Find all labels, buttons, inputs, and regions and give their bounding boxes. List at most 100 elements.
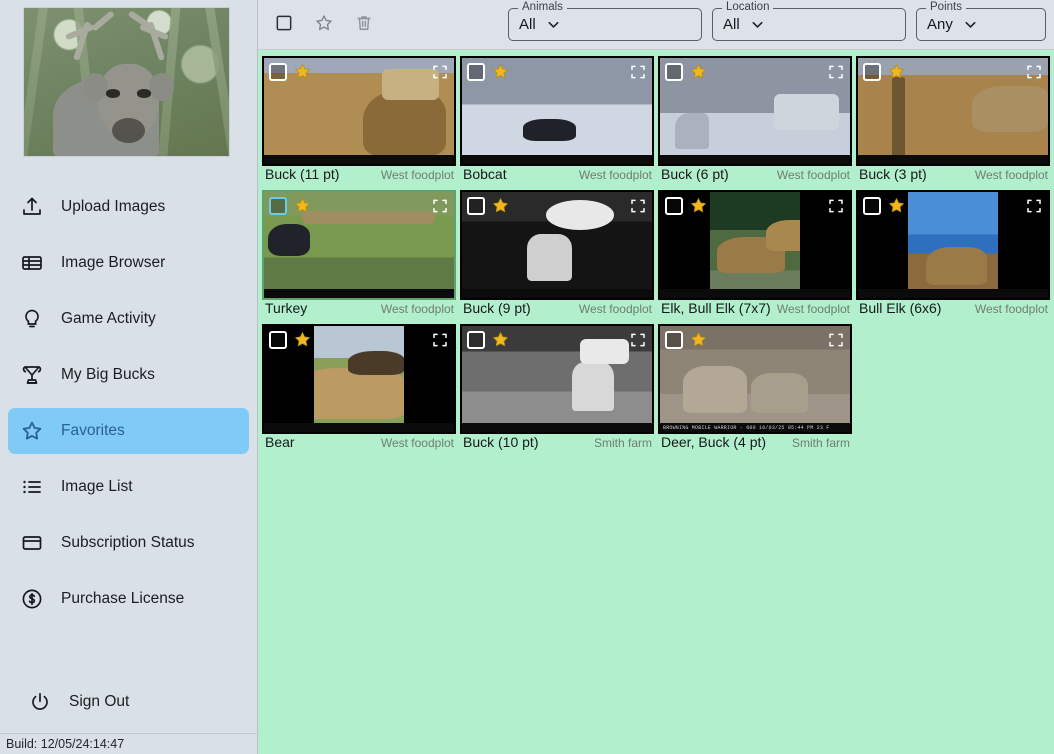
card-select-checkbox[interactable] [863,63,881,81]
gallery-card[interactable]: BROWNING MOBILE WARRIOR - 600 10/03/25 0… [658,324,852,453]
card-select-checkbox[interactable] [269,331,287,349]
card-favorite-star-icon[interactable] [689,196,708,215]
card-expand-icon[interactable] [629,331,647,349]
gallery-card[interactable]: Bobcat West foodplot [460,56,654,185]
card-location: Smith farm [791,436,850,450]
card-favorite-star-icon[interactable] [293,62,312,81]
card-thumbnail[interactable] [658,56,852,166]
card-location: West foodplot [380,436,454,450]
card-thumbnail[interactable] [856,190,1050,300]
card-favorite-star-icon[interactable] [887,62,906,81]
gallery-card[interactable]: Bear West foodplot [262,324,456,453]
sidebar-nav: Upload Images Image Browser Game Activit… [0,170,257,679]
card-select-checkbox[interactable] [863,197,881,215]
app-window: Upload Images Image Browser Game Activit… [0,0,1054,754]
card-caption: Buck (11 pt) West foodplot [262,166,456,185]
sidebar-item-image-browser[interactable]: Image Browser [8,240,249,286]
card-select-checkbox[interactable] [467,331,485,349]
card-expand-icon[interactable] [827,63,845,81]
favorite-selected-button[interactable] [312,13,336,37]
card-location: West foodplot [380,302,454,316]
photo-timestamp-strip [264,423,454,432]
sidebar-item-upload-images[interactable]: Upload Images [8,184,249,230]
card-thumbnail[interactable] [460,190,654,300]
card-favorite-star-icon[interactable] [293,330,312,349]
card-expand-icon[interactable] [431,331,449,349]
dollar-circle-icon [20,587,44,611]
card-caption: Buck (3 pt) West foodplot [856,166,1050,185]
card-expand-icon[interactable] [431,63,449,81]
gallery-card[interactable]: Turkey West foodplot [262,190,456,319]
card-expand-icon[interactable] [629,197,647,215]
card-favorite-star-icon[interactable] [491,62,510,81]
card-thumbnail[interactable] [460,324,654,434]
points-filter[interactable]: Points Any [916,1,1046,41]
sidebar-item-purchase-license[interactable]: Purchase License [8,576,249,622]
sidebar-item-image-list[interactable]: Image List [8,464,249,510]
sidebar-item-label: Upload Images [61,198,166,215]
card-caption: Bobcat West foodplot [460,166,654,185]
card-thumbnail[interactable] [856,56,1050,166]
points-filter-legend: Points [926,1,966,13]
photo-timestamp-strip [462,289,652,298]
location-filter-legend: Location [722,1,774,13]
table-icon [20,251,44,275]
card-expand-icon[interactable] [827,197,845,215]
animals-filter[interactable]: Animals All [508,1,702,41]
card-favorite-star-icon[interactable] [491,330,510,349]
card-select-checkbox[interactable] [665,197,683,215]
gallery-card[interactable]: Buck (11 pt) West foodplot [262,56,456,185]
chevron-down-icon [962,16,979,33]
sign-out-wrap: Sign Out [0,679,257,733]
card-thumbnail[interactable] [460,56,654,166]
card-select-checkbox[interactable] [269,63,287,81]
card-caption: Buck (6 pt) West foodplot [658,166,852,185]
card-favorite-star-icon[interactable] [293,196,312,215]
card-expand-icon[interactable] [629,63,647,81]
card-favorite-star-icon[interactable] [689,330,708,349]
card-caption: Bear West foodplot [262,434,456,453]
card-expand-icon[interactable] [431,197,449,215]
card-expand-icon[interactable] [1025,197,1043,215]
sidebar-item-my-big-bucks[interactable]: My Big Bucks [8,352,249,398]
card-thumbnail[interactable] [658,190,852,300]
card-favorite-star-icon[interactable] [887,196,906,215]
card-thumbnail[interactable] [262,56,456,166]
gallery-card[interactable]: Buck (9 pt) West foodplot [460,190,654,319]
sidebar-hero-wrap [0,0,257,170]
toolbar-actions [268,13,376,37]
sidebar-item-label: Sign Out [69,693,130,710]
card-select-checkbox[interactable] [467,197,485,215]
sidebar-item-subscription-status[interactable]: Subscription Status [8,520,249,566]
card-thumbnail[interactable] [262,324,456,434]
select-all-checkbox-button[interactable] [272,13,296,37]
card-location: West foodplot [380,168,454,182]
card-select-checkbox[interactable] [269,197,287,215]
location-filter[interactable]: Location All [712,1,906,41]
sidebar-item-label: Image List [61,478,133,495]
sidebar-item-label: Subscription Status [61,534,195,551]
hero-buck-photo [23,7,230,157]
gallery-row: Buck (11 pt) West foodplot Bobcat West f… [262,56,1054,185]
card-select-checkbox[interactable] [467,63,485,81]
card-select-checkbox[interactable] [665,331,683,349]
card-expand-icon[interactable] [827,331,845,349]
card-location: West foodplot [776,302,850,316]
gallery-card[interactable]: Elk, Bull Elk (7x7) West foodplot [658,190,852,319]
card-thumbnail[interactable]: BROWNING MOBILE WARRIOR - 600 10/03/25 0… [658,324,852,434]
card-favorite-star-icon[interactable] [491,196,510,215]
card-select-checkbox[interactable] [665,63,683,81]
gallery-card[interactable]: Buck (10 pt) Smith farm [460,324,654,453]
gallery-card[interactable]: Buck (3 pt) West foodplot [856,56,1050,185]
upload-icon [20,195,44,219]
sidebar-item-game-activity[interactable]: Game Activity [8,296,249,342]
card-expand-icon[interactable] [1025,63,1043,81]
gallery-card[interactable]: Buck (6 pt) West foodplot [658,56,852,185]
sidebar-item-sign-out[interactable]: Sign Out [16,679,241,725]
card-thumbnail[interactable] [262,190,456,300]
star-outline-icon [314,13,334,36]
sidebar-item-favorites[interactable]: Favorites [8,408,249,454]
gallery-card[interactable]: Bull Elk (6x6) West foodplot [856,190,1050,319]
card-favorite-star-icon[interactable] [689,62,708,81]
delete-selected-button[interactable] [352,13,376,37]
